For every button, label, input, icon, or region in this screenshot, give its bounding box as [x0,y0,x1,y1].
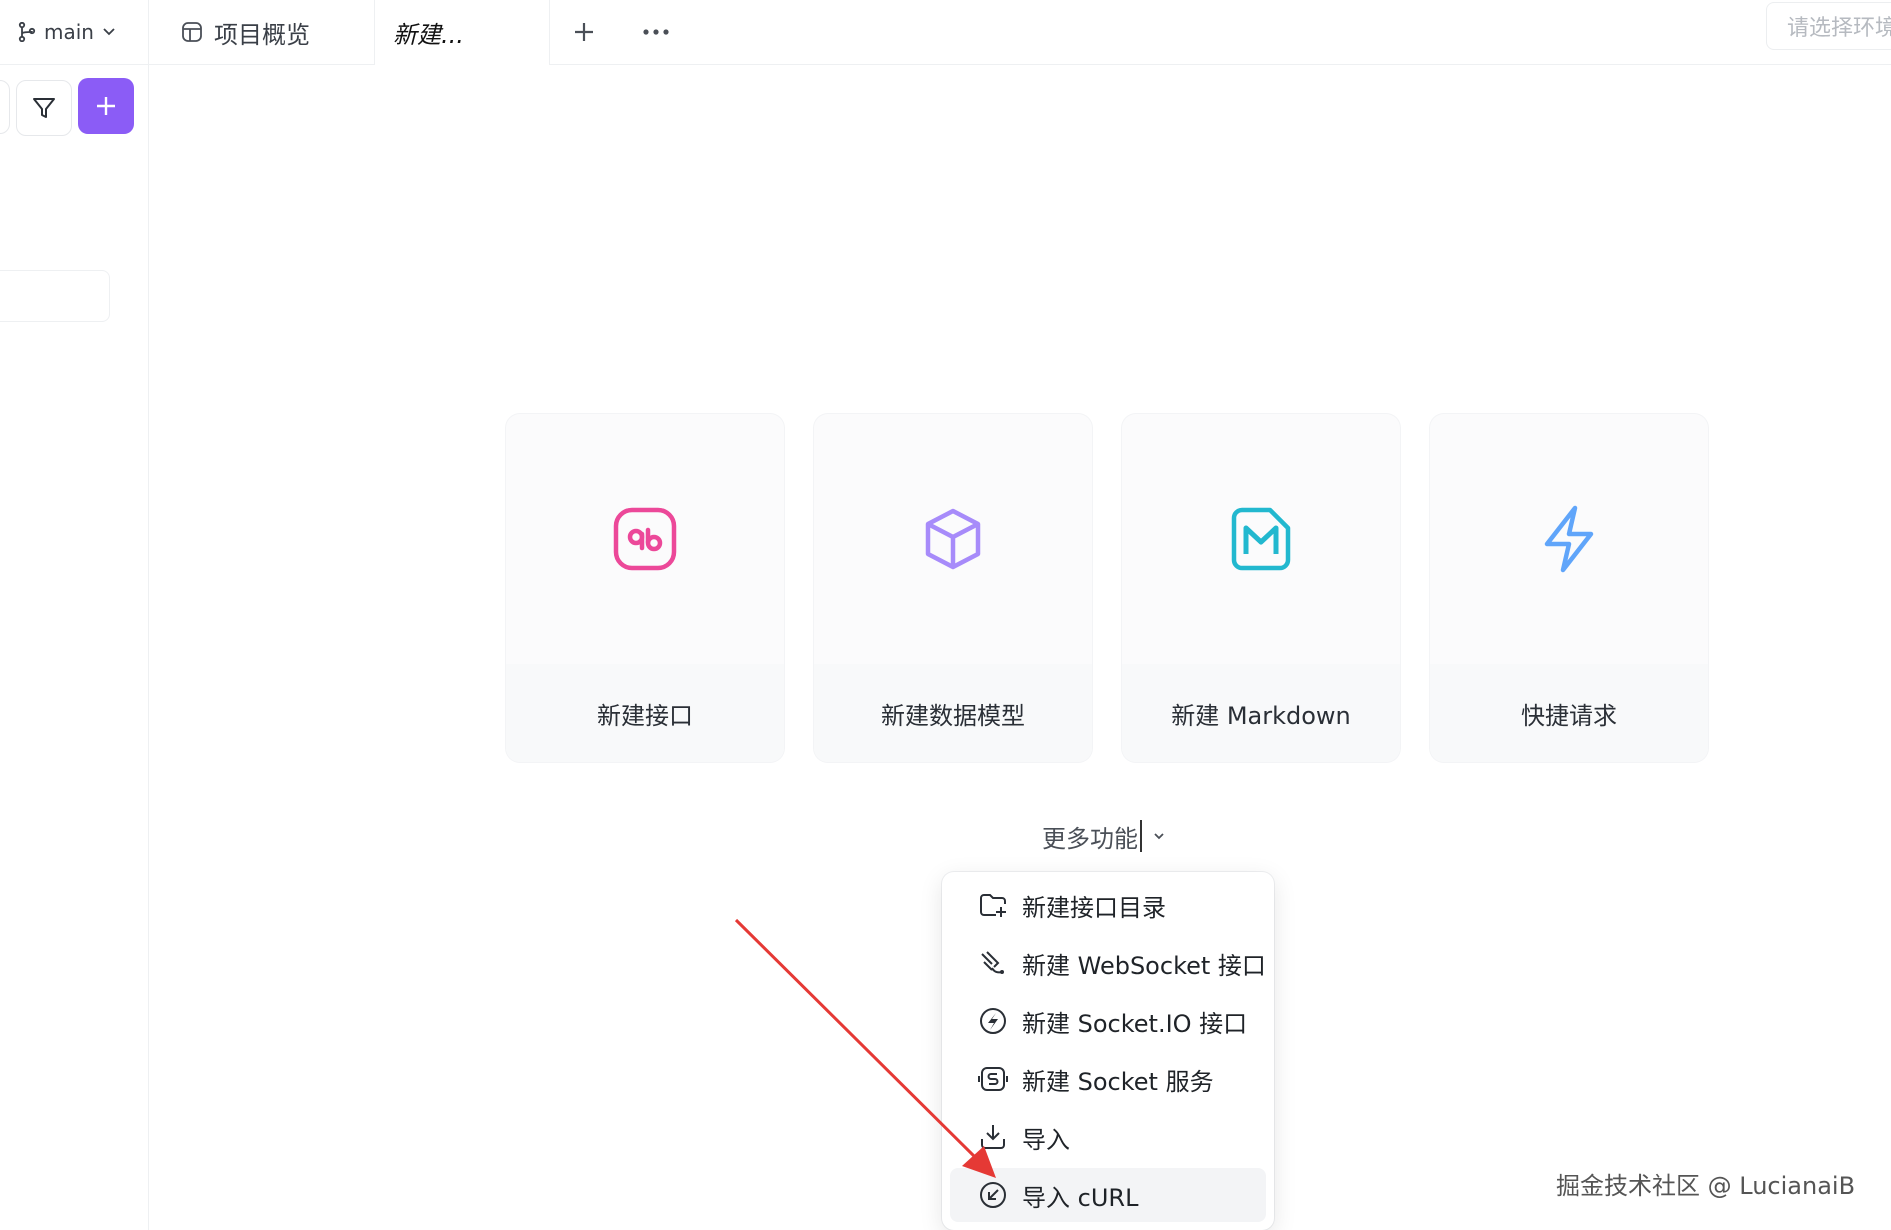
menu-item-label: 新建接口目录 [1022,893,1166,922]
more-features-toggle[interactable]: 更多功能 [1042,816,1166,856]
branch-name: main [44,20,94,44]
menu-item-label: 新建 WebSocket 接口 [1022,951,1266,980]
environment-placeholder: 请选择环境 [1787,16,1891,41]
menu-item-new-websocket-api[interactable]: 新建 WebSocket 接口 [950,936,1266,990]
git-branch-icon [18,22,36,42]
more-features-menu: 新建接口目录 新建 WebSocket 接口 新建 Socket.IO 接口 新… [942,872,1274,1230]
socket-service-icon [978,1067,1008,1091]
branch-selector[interactable]: main [18,14,116,50]
menu-item-label: 导入 [1022,1125,1070,1154]
menu-item-new-api-folder[interactable]: 新建接口目录 [950,878,1266,932]
menu-item-label: 新建 Socket.IO 接口 [1022,1009,1248,1038]
chevron-down-icon [1154,833,1164,840]
websocket-icon [981,951,1004,974]
top-bar: main 项目概览 新建... 请选择环境 [0,0,1891,65]
card-icon-area [1430,414,1708,664]
filter-button[interactable] [16,80,72,136]
card-label: 新建数据模型 [814,664,1092,762]
plus-icon [97,97,115,115]
import-icon [981,1125,1005,1149]
ellipsis-icon [643,29,669,35]
lightning-icon [1544,505,1594,573]
card-icon-area [814,414,1092,664]
card-label: 新建 Markdown [1122,664,1400,762]
menu-item-new-socket-service[interactable]: 新建 Socket 服务 [950,1052,1266,1106]
api-icon [613,507,677,571]
card-label: 新建接口 [506,664,784,762]
add-button[interactable] [78,78,134,134]
tab-label: 项目概览 [214,20,310,49]
tab-project-overview[interactable]: 项目概览 [180,0,310,64]
menu-item-label: 导入 cURL [1022,1183,1139,1212]
add-tab-button[interactable] [566,14,602,50]
menu-item-new-socketio-api[interactable]: 新建 Socket.IO 接口 [950,994,1266,1048]
menu-item-import[interactable]: 导入 [950,1110,1266,1164]
plus-icon [575,23,593,41]
card-icon-area [506,414,784,664]
new-data-model-card[interactable]: 新建数据模型 [814,414,1092,762]
watermark: 掘金技术社区 @ LucianaiB [1556,1172,1856,1200]
socketio-icon [980,1008,1006,1034]
tab-new[interactable]: 新建... [374,0,550,65]
more-tabs-button[interactable] [638,14,674,50]
folder-add-icon [980,894,1006,917]
sidebar-divider [148,0,149,1230]
card-label: 快捷请求 [1430,664,1708,762]
more-features-label: 更多功能 [1042,824,1138,853]
chevron-down-icon [103,28,115,36]
quick-request-card[interactable]: 快捷请求 [1430,414,1708,762]
new-api-card[interactable]: 新建接口 [506,414,784,762]
cube-icon [925,508,981,570]
text-cursor [1140,820,1142,852]
menu-item-label: 新建 Socket 服务 [1022,1067,1214,1096]
new-markdown-card[interactable]: 新建 Markdown [1122,414,1400,762]
environment-select[interactable]: 请选择环境 [1766,2,1891,50]
import-curl-icon [980,1182,1006,1208]
sidebar-panel-edge [0,270,110,322]
filter-icon [33,98,55,118]
markdown-icon [1231,507,1291,571]
card-icon-area [1122,414,1400,664]
menu-item-import-curl[interactable]: 导入 cURL [950,1168,1266,1222]
tab-label: 新建... [393,21,464,49]
layout-icon [182,22,202,42]
sidebar-search-edge[interactable] [0,80,10,134]
